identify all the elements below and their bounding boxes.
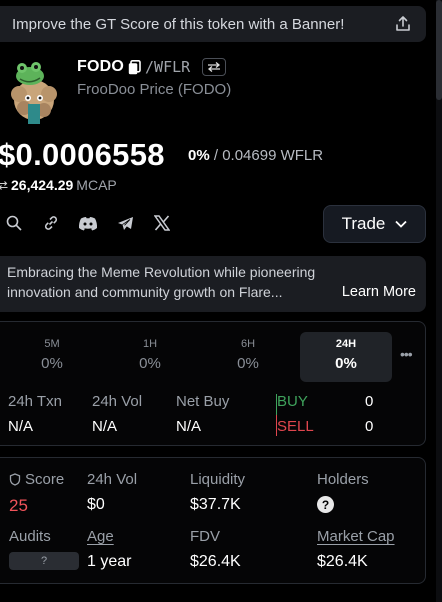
token-description: Embracing the Meme Revolution while pion… [0, 256, 426, 312]
metric-fdv: FDV $26.4K [190, 528, 241, 571]
trade-label: Trade [341, 214, 386, 233]
metric-label[interactable]: Market Cap [317, 528, 395, 545]
description-line-1: Embracing the Meme Revolution while pion… [7, 264, 316, 280]
share-icon[interactable] [394, 15, 412, 33]
price-separator: / [213, 147, 219, 164]
swap-icon [208, 62, 221, 72]
metric-label[interactable]: Age [87, 528, 131, 545]
timeframe-value: 0% [41, 355, 63, 372]
buy-count-row: BUY 0 [276, 393, 373, 410]
buy-count: 0 [365, 393, 374, 410]
metric-label: Score [25, 471, 65, 488]
metric-score: Score 25 [9, 471, 64, 516]
more-options-icon[interactable]: ••• [400, 346, 413, 362]
tab-6h[interactable]: 6H 0% [202, 338, 294, 378]
help-icon[interactable]: ? [317, 496, 334, 513]
swap-pair-button[interactable] [202, 58, 227, 76]
scrollbar-thumb[interactable] [436, 0, 442, 100]
copy-icon[interactable] [128, 59, 141, 75]
metric-value: $26.4K [317, 553, 368, 570]
metric-label: Liquidity [190, 471, 246, 488]
sell-count-row: SELL 0 [276, 418, 373, 435]
metric-label: Holders [317, 471, 369, 488]
stat-24h-txn: 24h Txn N/A [8, 393, 62, 435]
discord-icon[interactable] [78, 213, 98, 233]
sell-count: 0 [365, 418, 374, 435]
token-metrics-card: Score 25 24h Vol $0 Liquidity $37.7K Hol… [0, 457, 426, 584]
price-change: 0% [188, 147, 210, 164]
stat-label: 24h Vol [92, 393, 143, 410]
price-quote: 0.04699 WFLR [222, 147, 324, 164]
token-header: FODO /WFLR [77, 58, 227, 76]
metric-value: $0 [87, 496, 105, 513]
chevron-down-icon [395, 220, 408, 228]
metric-audits: Audits ? [9, 528, 79, 570]
trade-button[interactable]: Trade [323, 205, 426, 243]
metric-age: Age 1 year [87, 528, 131, 571]
metric-value: 1 year [87, 553, 132, 570]
search-icon[interactable] [4, 213, 24, 233]
stat-value: N/A [8, 418, 34, 435]
token-subtitle: FrooDoo Price (FODO) [77, 81, 232, 98]
audits-badge[interactable]: ? [9, 552, 79, 570]
metric-label: Audits [9, 528, 51, 545]
metric-label: FDV [190, 528, 220, 545]
timeframe-value: 0% [139, 355, 161, 372]
metric-holders: Holders ? [317, 471, 369, 513]
tab-24h[interactable]: 24H 0% [300, 332, 392, 382]
page-scrollbar[interactable] [436, 0, 442, 602]
swap-icon [0, 180, 8, 190]
stat-24h-vol: 24h Vol N/A [92, 393, 142, 435]
token-logo [11, 62, 57, 124]
token-price: $0.0006558 [0, 137, 165, 172]
timeframe-label: 24H [335, 338, 357, 350]
learn-more-link[interactable]: Learn More [342, 282, 416, 302]
metric-24h-vol: 24h Vol $0 [87, 471, 137, 514]
timeframe-value: 0% [335, 355, 357, 372]
buy-label: BUY [277, 393, 308, 410]
timeframe-label: 6H [240, 338, 256, 350]
timeframe-value: 0% [237, 355, 259, 372]
link-icon[interactable] [41, 213, 61, 233]
timeframe-label: 1H [142, 338, 158, 350]
stat-value: N/A [92, 418, 118, 435]
stat-value: N/A [176, 418, 202, 435]
tab-5m[interactable]: 5M 0% [6, 338, 98, 378]
stat-label: Net Buy [176, 393, 230, 410]
metric-market-cap: Market Cap $26.4K [317, 528, 395, 571]
telegram-icon[interactable] [115, 213, 135, 233]
metric-value: 25 [9, 496, 28, 515]
tab-1h[interactable]: 1H 0% [104, 338, 196, 378]
mcap-row: 26,424.29 MCAP [0, 177, 117, 193]
metric-label: 24h Vol [87, 471, 138, 488]
gt-score-banner[interactable]: Improve the GT Score of this token with … [0, 6, 426, 42]
social-links [4, 213, 172, 233]
x-icon[interactable] [152, 213, 172, 233]
trading-activity-card: 5M 0% 1H 0% 6H 0% 24H 0% ••• 24h Txn N/A… [0, 321, 426, 446]
shield-icon [9, 473, 21, 486]
metric-value: $26.4K [190, 553, 241, 570]
sell-label: SELL [277, 418, 314, 435]
stat-net-buy: Net Buy N/A [176, 393, 229, 435]
mcap-value: 26,424.29 [11, 177, 74, 193]
score-label-row: Score [9, 471, 64, 488]
token-symbol: FODO [77, 58, 125, 75]
timeframe-label: 5M [44, 338, 60, 350]
metric-liquidity: Liquidity $37.7K [190, 471, 245, 514]
price-meta: 0% / 0.04699 WFLR [188, 147, 323, 164]
banner-text: Improve the GT Score of this token with … [12, 15, 345, 33]
mcap-label: MCAP [76, 177, 117, 193]
metric-value: $37.7K [190, 496, 241, 513]
token-pair: /WFLR [145, 58, 191, 76]
stat-label: 24h Txn [8, 393, 62, 410]
